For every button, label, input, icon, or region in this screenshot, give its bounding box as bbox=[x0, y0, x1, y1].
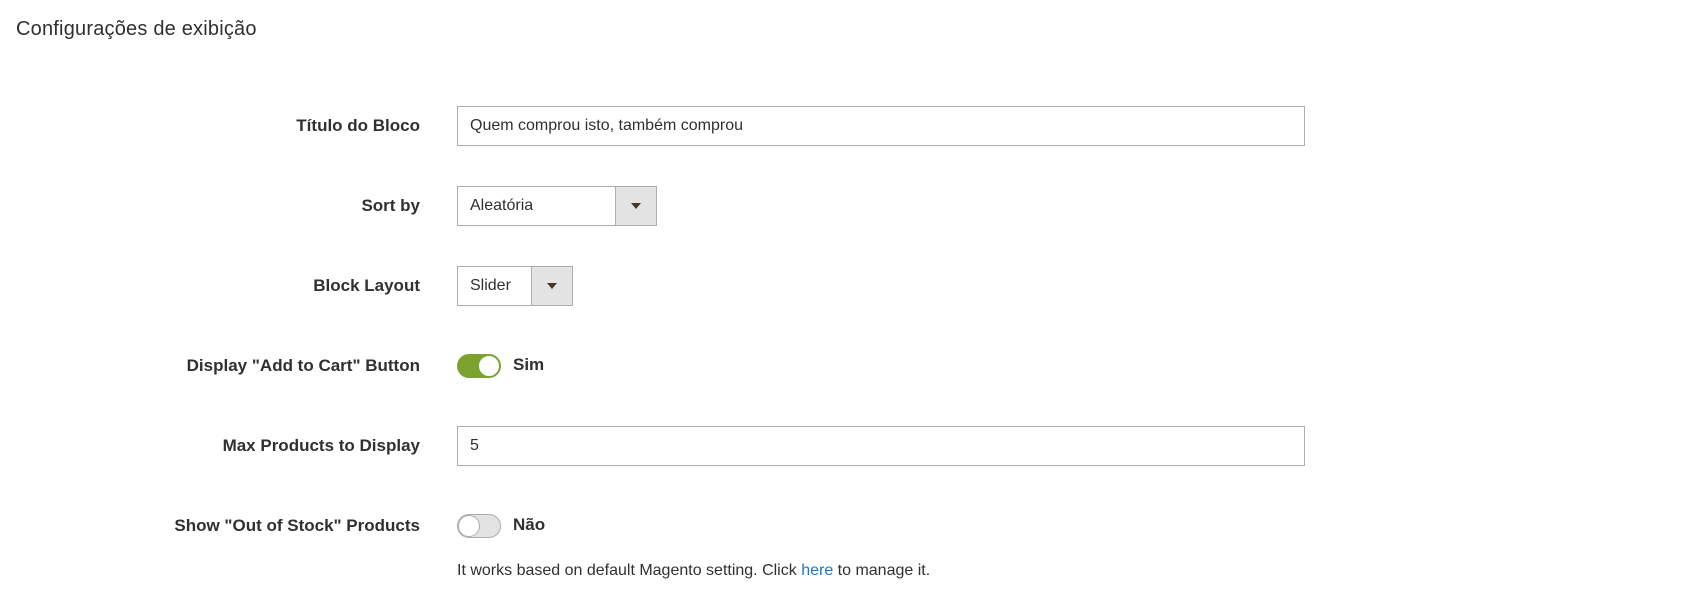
max-products-control bbox=[457, 426, 1305, 466]
add-to-cart-label: Display "Add to Cart" Button bbox=[186, 356, 420, 375]
block-layout-control: Slider bbox=[457, 266, 573, 306]
block-layout-label: Block Layout bbox=[313, 276, 420, 295]
block-title-input[interactable] bbox=[457, 106, 1305, 146]
toggle-knob bbox=[478, 355, 500, 377]
sort-by-value: Aleatória bbox=[470, 197, 534, 214]
manage-setting-link[interactable]: here bbox=[801, 562, 833, 579]
section-title[interactable]: Configurações de exibição bbox=[16, 18, 257, 41]
out-of-stock-toggle[interactable] bbox=[457, 514, 501, 538]
block-title-row: Título do Bloco bbox=[0, 106, 1685, 146]
out-of-stock-label: Show "Out of Stock" Products bbox=[174, 516, 420, 535]
sort-by-dropdown-button[interactable] bbox=[615, 187, 656, 225]
block-title-label: Título do Bloco bbox=[296, 116, 420, 135]
note-prefix: It works based on default Magento settin… bbox=[457, 562, 802, 579]
block-layout-value: Slider bbox=[470, 277, 511, 294]
add-to-cart-state-label: Sim bbox=[513, 355, 545, 374]
caret-down-icon bbox=[547, 283, 557, 289]
caret-down-icon bbox=[631, 203, 641, 209]
out-of-stock-row: Show "Out of Stock" Products Não bbox=[0, 506, 1685, 546]
block-layout-dropdown-button[interactable] bbox=[531, 267, 572, 305]
block-title-control bbox=[457, 106, 1305, 146]
max-products-input[interactable] bbox=[457, 426, 1305, 466]
sort-by-row: Sort by Aleatória bbox=[0, 186, 1685, 226]
sort-by-select[interactable]: Aleatória bbox=[457, 186, 657, 226]
note-suffix: to manage it. bbox=[833, 562, 931, 579]
max-products-label: Max Products to Display bbox=[222, 436, 420, 455]
toggle-knob bbox=[458, 515, 480, 537]
block-layout-select[interactable]: Slider bbox=[457, 266, 573, 306]
block-layout-row: Block Layout Slider bbox=[0, 266, 1685, 306]
add-to-cart-toggle[interactable] bbox=[457, 354, 501, 378]
sort-by-control: Aleatória bbox=[457, 186, 657, 226]
add-to-cart-row: Display "Add to Cart" Button Sim bbox=[0, 346, 1685, 386]
out-of-stock-state-label: Não bbox=[513, 515, 546, 534]
out-of-stock-note: It works based on default Magento settin… bbox=[457, 562, 930, 580]
sort-by-label: Sort by bbox=[361, 196, 420, 215]
max-products-row: Max Products to Display bbox=[0, 426, 1685, 466]
display-settings-page: Configurações de exibição Título do Bloc… bbox=[0, 0, 1685, 606]
